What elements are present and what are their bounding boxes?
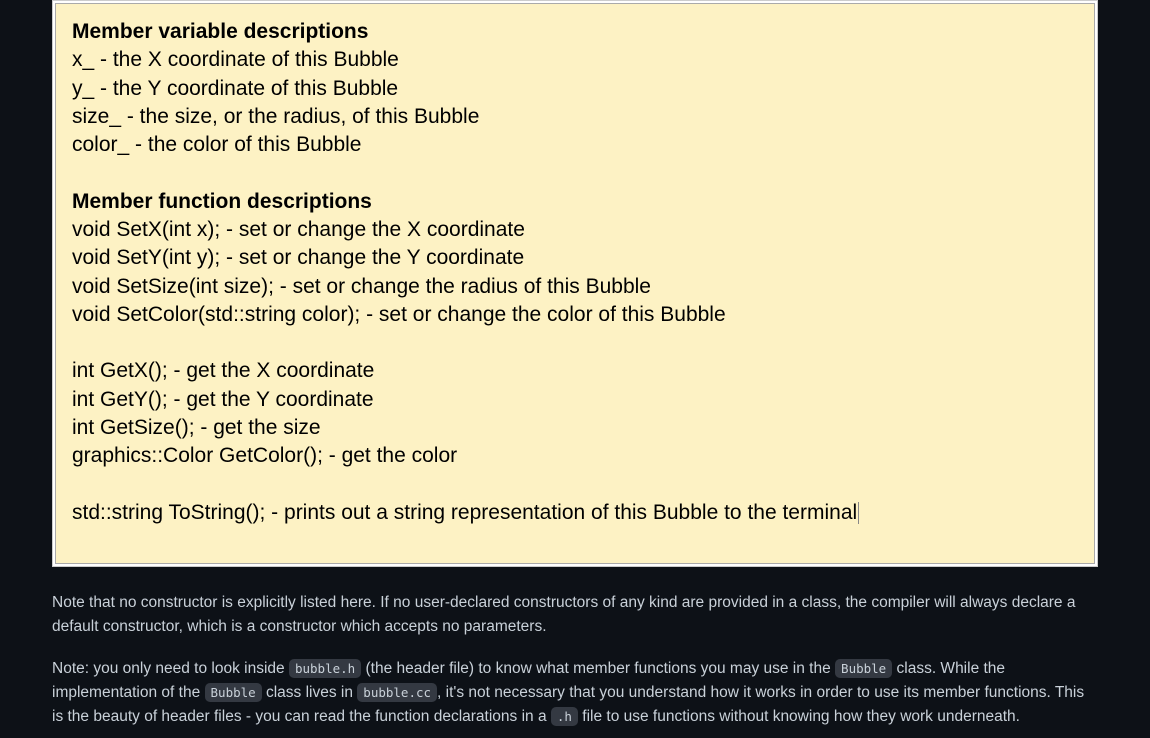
content-wrapper: Member variable descriptions x_ - the X … [0,0,1150,729]
func-line: std::string ToString(); - prints out a s… [72,499,1078,527]
note-text: Note: you only need to look inside [52,660,289,677]
func-line: void SetSize(int size); - set or change … [72,273,1078,301]
spacer [72,160,1078,188]
inline-code-bubble-h: bubble.h [289,659,361,678]
spacer [72,329,1078,357]
func-line: void SetY(int y); - set or change the Y … [72,244,1078,272]
note-text: class lives in [262,684,358,701]
func-line: int GetY(); - get the Y coordinate [72,386,1078,414]
func-line: int GetX(); - get the X coordinate [72,357,1078,385]
func-line: void SetColor(std::string color); - set … [72,301,1078,329]
member-vars-heading: Member variable descriptions [72,18,1078,46]
spacer [72,471,1078,499]
var-line: y_ - the Y coordinate of this Bubble [72,75,1078,103]
tostring-text: std::string ToString(); - prints out a s… [72,501,857,524]
inline-code-bubble-cc: bubble.cc [357,683,437,702]
note-paragraph-1: Note that no constructor is explicitly l… [52,591,1098,639]
inline-code-h-ext: .h [551,707,578,726]
func-line: graphics::Color GetColor(); - get the co… [72,442,1078,470]
member-funcs-heading: Member function descriptions [72,188,1078,216]
text-cursor [858,502,859,524]
func-line: void SetX(int x); - set or change the X … [72,216,1078,244]
note-paragraph-2: Note: you only need to look inside bubbl… [52,657,1098,729]
inline-code-bubble-class: Bubble [835,659,892,678]
var-line: x_ - the X coordinate of this Bubble [72,46,1078,74]
var-line: color_ - the color of this Bubble [72,131,1078,159]
inline-code-bubble-class: Bubble [205,683,262,702]
note-text: (the header file) to know what member fu… [361,660,835,677]
description-box: Member variable descriptions x_ - the X … [52,0,1098,567]
description-box-inner: Member variable descriptions x_ - the X … [55,3,1095,564]
func-line: int GetSize(); - get the size [72,414,1078,442]
note-text: file to use functions without knowing ho… [578,708,1020,725]
var-line: size_ - the size, or the radius, of this… [72,103,1078,131]
